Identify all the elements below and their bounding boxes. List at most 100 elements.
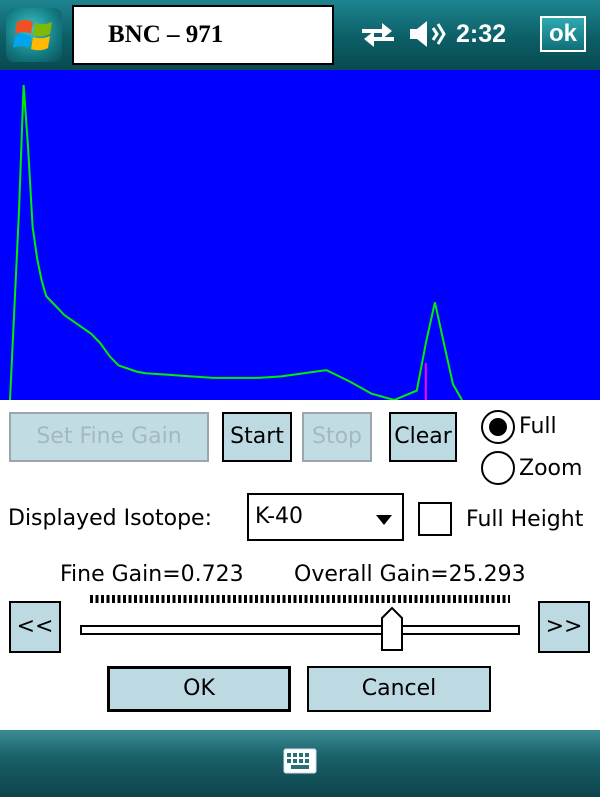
slider-tick <box>145 595 148 603</box>
slider-tick <box>205 595 209 603</box>
slider-tick <box>332 595 335 603</box>
slider-tick <box>409 595 412 603</box>
slider-tick <box>497 595 500 603</box>
slider-tick <box>326 595 330 603</box>
slider-tick <box>134 595 137 603</box>
slider-tick <box>282 595 286 603</box>
title-ok-button[interactable]: ok <box>540 16 586 52</box>
slider-tick <box>101 595 104 603</box>
slider-tick <box>508 595 510 603</box>
full-radio-label: Full <box>519 414 557 439</box>
clear-button[interactable]: Clear <box>389 412 457 462</box>
slider-tick <box>277 595 280 603</box>
slider-tick <box>392 595 396 603</box>
slider-tick <box>403 595 407 603</box>
slider-tick <box>222 595 225 603</box>
slider-tick <box>480 595 484 603</box>
slider-tick <box>491 595 495 603</box>
isotope-select[interactable]: K-40 <box>247 493 404 541</box>
slider-tick <box>381 595 385 603</box>
slider-tick <box>178 595 181 603</box>
slider-tick <box>123 595 126 603</box>
slider-tick <box>370 595 374 603</box>
ok-button[interactable]: OK <box>107 666 291 712</box>
slider-tick <box>343 595 346 603</box>
clock[interactable]: 2:32 <box>456 20 506 49</box>
title-bar: BNC – 971 2:32 ok <box>0 0 600 70</box>
slider-tick <box>244 595 247 603</box>
spectrum-plot <box>0 70 600 400</box>
slider-tick <box>420 595 423 603</box>
speaker-icon[interactable] <box>407 18 447 50</box>
connectivity-icon[interactable] <box>360 20 396 48</box>
slider-tick <box>293 595 297 603</box>
slider-tick <box>194 595 198 603</box>
fine-gain-readout: Fine Gain=0.723 <box>60 562 244 587</box>
full-height-checkbox[interactable] <box>418 502 452 536</box>
slider-tick <box>425 595 429 603</box>
start-button[interactable] <box>6 8 62 62</box>
slider-tick <box>266 595 269 603</box>
slider-tick <box>354 595 357 603</box>
increase-gain-button[interactable]: >> <box>538 601 590 653</box>
gain-slider-thumb[interactable] <box>380 606 404 652</box>
slider-tick <box>112 595 115 603</box>
decrease-gain-button[interactable]: << <box>9 601 61 653</box>
slider-tick <box>95 595 99 603</box>
stop-button[interactable]: Stop <box>302 412 372 462</box>
full-height-label: Full Height <box>466 507 584 532</box>
gain-slider-track[interactable] <box>80 625 520 635</box>
slider-tick <box>216 595 220 603</box>
slider-tick <box>304 595 308 603</box>
set-fine-gain-button[interactable]: Set Fine Gain <box>9 412 209 462</box>
app-title: BNC – 971 <box>108 21 224 48</box>
slider-tick <box>117 595 121 603</box>
slider-tick <box>447 595 451 603</box>
slider-tick <box>436 595 440 603</box>
slider-tick <box>337 595 341 603</box>
slider-tick <box>365 595 368 603</box>
slider-tick <box>414 595 418 603</box>
keyboard-icon[interactable] <box>283 748 317 774</box>
slider-tick <box>359 595 363 603</box>
slider-tick <box>458 595 462 603</box>
windows-flag-icon <box>13 20 52 51</box>
slider-tick <box>464 595 467 603</box>
slider-tick <box>249 595 253 603</box>
control-panel: Set Fine Gain Start Stop Clear Full Zoom… <box>0 400 600 730</box>
full-radio[interactable] <box>481 410 515 444</box>
slider-tick <box>271 595 275 603</box>
slider-tick <box>156 595 159 603</box>
slider-tick <box>321 595 324 603</box>
zoom-radio-label: Zoom <box>519 456 583 481</box>
slider-tick <box>233 595 236 603</box>
spectrum-line <box>9 84 463 400</box>
cancel-button[interactable]: Cancel <box>307 666 491 712</box>
slider-tick <box>227 595 231 603</box>
slider-tick <box>387 595 390 603</box>
slider-tick <box>376 595 379 603</box>
slider-tick <box>502 595 506 603</box>
slider-tick <box>475 595 478 603</box>
slider-tick <box>90 595 93 603</box>
zoom-radio[interactable] <box>481 451 515 485</box>
slider-tick <box>398 595 401 603</box>
screen: BNC – 971 2:32 ok Set Fine Gain Start St… <box>0 0 600 797</box>
slider-tick <box>299 595 302 603</box>
slider-tick <box>238 595 242 603</box>
slider-tick <box>315 595 319 603</box>
start-button[interactable]: Start <box>222 412 292 462</box>
slider-tick <box>189 595 192 603</box>
slider-tick <box>348 595 352 603</box>
slider-tick <box>255 595 258 603</box>
slider-tick <box>150 595 154 603</box>
slider-tick <box>139 595 143 603</box>
slider-tick <box>486 595 489 603</box>
isotope-value: K-40 <box>255 504 304 529</box>
slider-tick <box>161 595 165 603</box>
slider-tick <box>431 595 434 603</box>
slider-tick <box>183 595 187 603</box>
slider-tick <box>106 595 110 603</box>
slider-tick <box>200 595 203 603</box>
slider-tick <box>288 595 291 603</box>
